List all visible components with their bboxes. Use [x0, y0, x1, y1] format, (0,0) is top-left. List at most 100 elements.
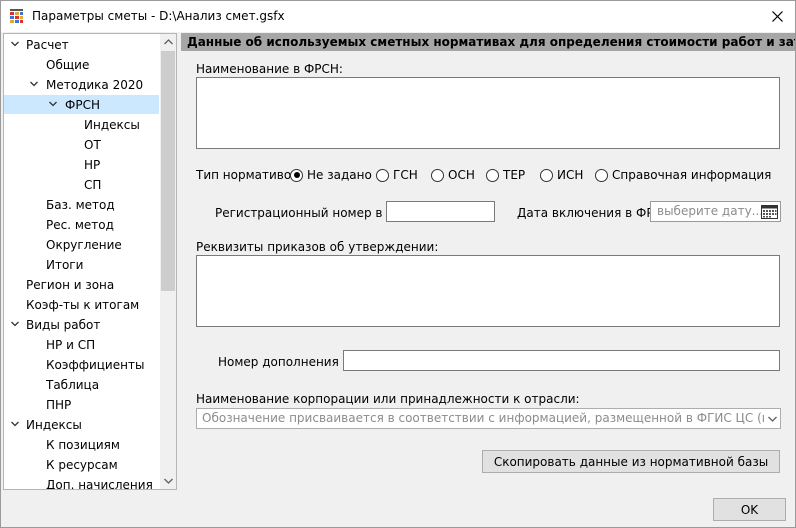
- title-bar: Параметры сметы - D:\Анализ смет.gsfx: [1, 1, 795, 32]
- tree-item-raschet[interactable]: Расчет: [4, 35, 159, 54]
- tree-item-label: СП: [84, 177, 102, 192]
- tree-item-label: Рес. метод: [46, 217, 114, 232]
- pane-header: Данные об используемых сметных норматива…: [181, 33, 795, 51]
- app-icon: [9, 9, 24, 24]
- radio-circle: [595, 168, 608, 182]
- radio-label: ИСН: [557, 168, 584, 182]
- dialog-footer: OK: [1, 492, 795, 527]
- chevron-down-icon[interactable]: [48, 99, 58, 109]
- tree-item-label: Общие: [46, 57, 90, 72]
- chevron-down-icon[interactable]: [10, 39, 20, 49]
- tree-item-dop-nachisleniya[interactable]: Доп. начисления: [4, 475, 159, 490]
- corp-placeholder: Обозначение присваивается в соответствии…: [202, 411, 780, 425]
- tree-item-obshchie[interactable]: Общие: [4, 55, 159, 74]
- chevron-down-icon: [767, 416, 777, 422]
- tree-item-nr[interactable]: НР: [4, 155, 159, 174]
- tree-item-label: Доп. начисления: [46, 477, 153, 490]
- tree-item-metodika-2020[interactable]: Методика 2020: [4, 75, 159, 94]
- snb-input[interactable]: [343, 350, 780, 371]
- tree-item-label: Расчет: [26, 37, 69, 52]
- radio-isn[interactable]: ИСН: [540, 167, 583, 183]
- tree-item-frsn[interactable]: ФРСН: [4, 95, 159, 114]
- tree-item-label: Таблица: [46, 377, 100, 392]
- tree-item-vidy-rabot[interactable]: Виды работ: [4, 315, 159, 334]
- tree-item-label: ФРСН: [65, 97, 100, 112]
- reg-number-input[interactable]: [386, 201, 495, 222]
- ok-button[interactable]: OK: [713, 498, 786, 521]
- tree-item-label: Коэф-ты к итогам: [26, 297, 140, 312]
- tree-item-label: Индексы: [26, 417, 82, 432]
- orders-label: Реквизиты приказов об утверждении:: [196, 240, 439, 254]
- calendar-icon[interactable]: [761, 204, 778, 219]
- radio-label: ТЕР: [503, 168, 526, 182]
- tree-item-label: Округление: [46, 237, 122, 252]
- tree-item-itogi[interactable]: Итоги: [4, 255, 159, 274]
- tree-item-indeksy-group[interactable]: Индексы: [4, 415, 159, 434]
- tree-item-label: Итоги: [46, 257, 84, 272]
- tree-item-label: Коэффициенты: [46, 357, 145, 372]
- tree-item-region-i-zona[interactable]: Регион и зона: [4, 275, 159, 294]
- tree-item-label: НР: [84, 157, 101, 172]
- close-button[interactable]: [759, 1, 795, 32]
- corp-combobox[interactable]: Обозначение присваивается в соответствии…: [196, 408, 781, 429]
- name-textarea[interactable]: [196, 77, 780, 149]
- combo-dropdown-button[interactable]: [764, 409, 780, 428]
- tree-item-label: Методика 2020: [46, 77, 144, 92]
- tree-item-label: ОТ: [84, 137, 101, 152]
- tree-item-okruglenie[interactable]: Округление: [4, 235, 159, 254]
- tree-item-label: Регион и зона: [26, 277, 115, 292]
- tree-item-nr-i-sp[interactable]: НР и СП: [4, 335, 159, 354]
- tree-item-tablica[interactable]: Таблица: [4, 375, 159, 394]
- date-input[interactable]: выберите дату...: [650, 201, 781, 222]
- radio-circle: [290, 168, 303, 182]
- tree-item-sp[interactable]: СП: [4, 175, 159, 194]
- radio-circle: [376, 168, 389, 182]
- tree-item-label: Баз. метод: [46, 197, 115, 212]
- tree-item-k-resursam[interactable]: К ресурсам: [4, 455, 159, 474]
- radio-osn[interactable]: ОСН: [431, 167, 475, 183]
- chevron-down-icon[interactable]: [10, 319, 20, 329]
- scroll-down-arrow[interactable]: [160, 473, 176, 489]
- copy-from-base-button[interactable]: Скопировать данные из нормативной базы: [482, 450, 780, 473]
- radio-label: Справочная информация: [612, 168, 772, 182]
- tree-item-label: НР и СП: [46, 337, 96, 352]
- radio-not-set[interactable]: Не задано: [290, 167, 372, 183]
- radio-gsn[interactable]: ГСН: [376, 167, 418, 183]
- scroll-up-arrow[interactable]: [160, 34, 176, 50]
- settings-tree: Расчет Общие Методика 2020 ФРСН Индексы …: [3, 33, 177, 490]
- radio-ter[interactable]: ТЕР: [486, 167, 525, 183]
- norm-type-label: Тип нормативов:: [196, 168, 303, 182]
- tree-item-label: К позициям: [46, 437, 120, 452]
- tree-item-koef-k-itogam[interactable]: Коэф-ты к итогам: [4, 295, 159, 314]
- radio-reference-info[interactable]: Справочная информация: [595, 167, 771, 183]
- chevron-down-icon: [163, 478, 173, 484]
- close-icon: [771, 11, 783, 22]
- radio-circle: [540, 168, 553, 182]
- radio-circle: [431, 168, 444, 182]
- radio-label: Не задано: [307, 168, 372, 182]
- tree-item-label: ПНР: [46, 397, 72, 412]
- scroll-thumb[interactable]: [161, 51, 175, 291]
- tree-item-koefficienty[interactable]: Коэффициенты: [4, 355, 159, 374]
- chevron-up-icon: [163, 39, 173, 45]
- corp-label: Наименование корпорации или принадлежнос…: [196, 392, 580, 406]
- tree-item-k-poziciyam[interactable]: К позициям: [4, 435, 159, 454]
- chevron-down-icon[interactable]: [10, 419, 20, 429]
- tree-item-ot[interactable]: ОТ: [4, 135, 159, 154]
- date-placeholder: выберите дату...: [657, 204, 764, 218]
- tree-item-baz-metod[interactable]: Баз. метод: [4, 195, 159, 214]
- tree-item-indeksy[interactable]: Индексы: [4, 115, 159, 134]
- tree-item-label: К ресурсам: [46, 457, 118, 472]
- name-label: Наименование в ФРСН:: [196, 62, 343, 76]
- radio-label: ГСН: [393, 168, 418, 182]
- radio-label: ОСН: [448, 168, 475, 182]
- tree-item-res-metod[interactable]: Рес. метод: [4, 215, 159, 234]
- tree-item-pnr[interactable]: ПНР: [4, 395, 159, 414]
- tree-scrollbar[interactable]: [160, 34, 176, 489]
- tree-item-label: Виды работ: [26, 317, 101, 332]
- frsn-settings-pane: Данные об используемых сметных норматива…: [181, 33, 795, 491]
- window-title: Параметры сметы - D:\Анализ смет.gsfx: [32, 9, 285, 23]
- orders-textarea[interactable]: [196, 255, 780, 327]
- radio-circle: [486, 168, 499, 182]
- chevron-down-icon[interactable]: [29, 79, 39, 89]
